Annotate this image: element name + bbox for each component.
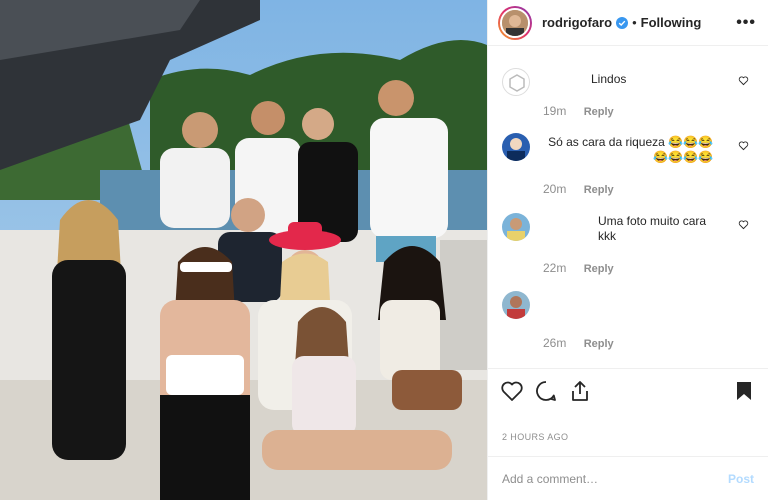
- action-bar: [488, 368, 768, 412]
- hexagon-icon: [509, 74, 525, 92]
- comment-meta: 20m Reply: [543, 182, 614, 196]
- post-sidebar: rodrigofaro • Following ••• Lindos 19m R…: [487, 0, 768, 500]
- post-button[interactable]: Post: [728, 472, 754, 486]
- person: [52, 200, 126, 460]
- comment-text: Só as cara da riqueza 😂😂😂😂😂😂😂: [548, 135, 713, 164]
- username[interactable]: rodrigofaro: [542, 15, 612, 30]
- separator: •: [632, 15, 637, 30]
- instagram-post: rodrigofaro • Following ••• Lindos 19m R…: [0, 0, 768, 500]
- face-icon: [502, 9, 528, 36]
- commenter-avatar[interactable]: [502, 213, 530, 241]
- comment-meta: 26m Reply: [543, 336, 614, 350]
- comment-heart-icon[interactable]: [738, 140, 749, 151]
- commenter-avatar[interactable]: [502, 133, 530, 161]
- comment-text: Uma foto muito cara kkk: [598, 214, 707, 243]
- person-icon: [507, 218, 525, 241]
- person-icon: [507, 296, 525, 319]
- bookmark-icon[interactable]: [732, 379, 756, 403]
- following-button[interactable]: Following: [641, 15, 702, 30]
- comment-meta: 22m Reply: [543, 261, 614, 275]
- comment-heart-icon[interactable]: [738, 75, 749, 86]
- comment-time: 22m: [543, 261, 567, 275]
- comment-icon[interactable]: [534, 379, 558, 403]
- verified-icon: [616, 16, 629, 29]
- comment-heart-icon[interactable]: [738, 219, 749, 230]
- more-icon[interactable]: •••: [736, 14, 756, 32]
- comment-time: 26m: [543, 336, 567, 350]
- add-comment-bar: Add a comment… Post: [488, 456, 768, 500]
- reply-button[interactable]: Reply: [584, 338, 614, 350]
- reply-button[interactable]: Reply: [584, 263, 614, 275]
- heart-icon[interactable]: [500, 379, 524, 403]
- post-timestamp: 2 HOURS AGO: [502, 432, 569, 442]
- comment-input[interactable]: Add a comment…: [502, 472, 728, 486]
- reply-button[interactable]: Reply: [584, 106, 614, 118]
- avatar-image: [500, 7, 530, 38]
- reply-button[interactable]: Reply: [584, 184, 614, 196]
- comment-time: 20m: [543, 182, 567, 196]
- comment-time: 19m: [543, 104, 567, 118]
- comment-meta: 19m Reply: [543, 104, 614, 118]
- post-photo[interactable]: [0, 0, 487, 500]
- share-icon[interactable]: [568, 379, 592, 403]
- person-icon: [507, 138, 525, 161]
- comment-text: Lindos: [591, 72, 627, 86]
- post-header: rodrigofaro • Following •••: [488, 0, 768, 46]
- commenter-avatar[interactable]: [502, 291, 530, 319]
- commenter-avatar[interactable]: [502, 68, 530, 96]
- comments-list[interactable]: Lindos 19m Reply Só as cara da riqueza 😂…: [488, 46, 768, 368]
- avatar[interactable]: [498, 5, 532, 40]
- group-photo-illustration: [0, 0, 487, 500]
